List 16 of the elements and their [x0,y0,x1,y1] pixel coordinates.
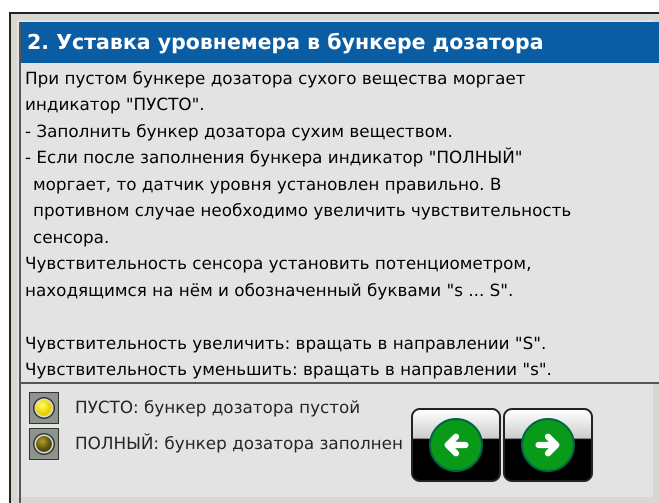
instruction-line: - Если после заполнения бункера индикатор "ПОЛНЫЙ" [25,146,524,170]
instruction-line: При пустом бункере дозатора сухого вещества моргает [25,66,526,90]
indicator-label: ПУСТО: бункер дозатора пустой [75,396,360,420]
instruction-line: Чувствительность сенсора установить потенциометром, [25,252,532,276]
forward-button[interactable] [502,408,593,482]
back-button[interactable] [410,408,501,482]
instruction-line: противном случае необходимо увеличить чувствительность [32,199,572,222]
instruction-line: Чувствительность увеличить: вращать в направлении "S". [25,332,548,355]
instruction-line: находящимся на нём и обозначенный буквами "s ... S". [25,278,514,302]
indicator-label: ПОЛНЫЙ: бункер дозатора заполнен [75,432,403,456]
instruction-line: сенсора. [32,226,110,249]
instruction-line: моргает, то датчик уровня установлен правильно. В [32,172,502,196]
window-title: 2. Уставка уровнемера в бункере дозатора [19,22,659,63]
instruction-line: - Заполнить бункер дозатора сухим веществом. [25,120,454,143]
instruction-line: Чувствительность уменьшить: вращать в направлении "s". [25,358,553,382]
instruction-line: индикатор "ПУСТО". [25,93,206,116]
